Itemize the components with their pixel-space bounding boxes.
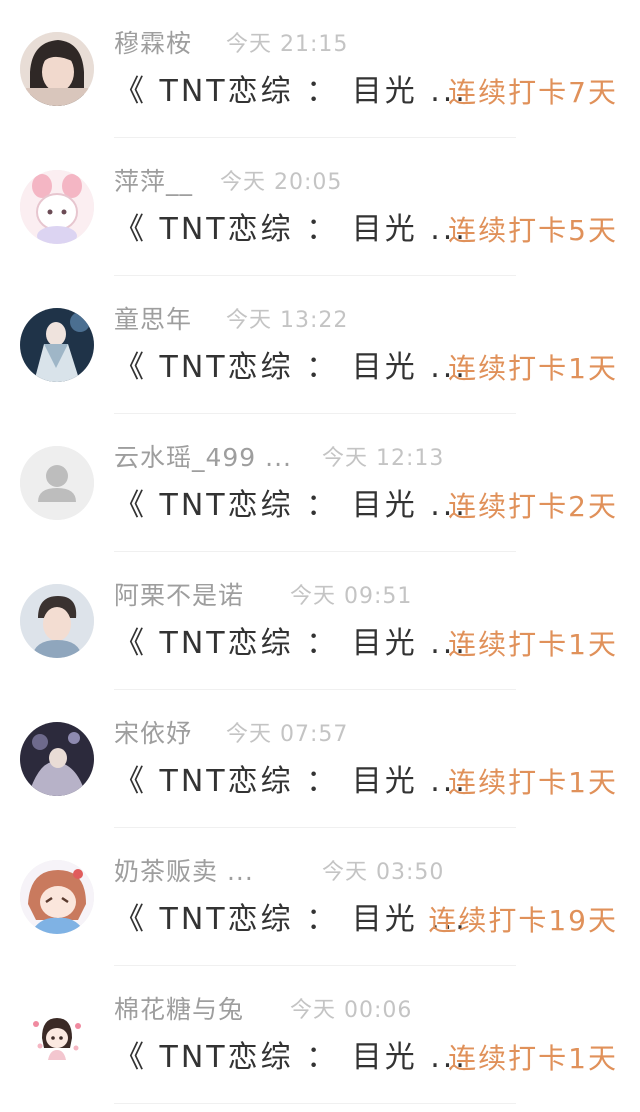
list-item[interactable]: 萍萍__ 今天 20:05 《 TNT恋综 ： 目光 ... 连续打卡5天 bbox=[0, 138, 640, 276]
list-item[interactable]: 棉花糖与兔 今天 00:06 《 TNT恋综 ： 目光 ... 连续打卡1天 bbox=[0, 966, 640, 1104]
course-title: 《 TNT恋综 ： 目光 ... bbox=[114, 1040, 468, 1075]
concert-photo-icon[interactable] bbox=[20, 722, 94, 796]
stage-performer-icon[interactable] bbox=[20, 308, 94, 382]
checkin-time: 今天 20:05 bbox=[220, 170, 343, 195]
user-name: 穆霖桉 bbox=[114, 29, 193, 58]
checkin-time: 今天 03:50 bbox=[322, 860, 445, 885]
streak-badge: 连续打卡1天 bbox=[448, 766, 618, 799]
user-name: 宋依妤 bbox=[114, 719, 193, 748]
checkin-list: 穆霖桉 今天 21:15 《 TNT恋综 ： 目光 ... 连续打卡7天 萍萍_… bbox=[0, 0, 640, 1112]
streak-badge: 连续打卡5天 bbox=[448, 214, 618, 247]
course-title: 《 TNT恋综 ： 目光 ... bbox=[114, 488, 468, 523]
anime-bunny-icon[interactable] bbox=[20, 170, 94, 244]
checkin-time: 今天 07:57 bbox=[226, 722, 349, 747]
photo-girl-icon[interactable] bbox=[20, 32, 94, 106]
course-title: 《 TNT恋综 ： 目光 ... bbox=[114, 764, 468, 799]
user-name: 阿栗不是诺 bbox=[114, 581, 245, 610]
streak-badge: 连续打卡1天 bbox=[448, 1042, 618, 1075]
streak-badge: 连续打卡1天 bbox=[448, 352, 618, 385]
list-item[interactable]: 阿栗不是诺 今天 09:51 《 TNT恋综 ： 目光 ... 连续打卡1天 bbox=[0, 552, 640, 690]
user-name: 萍萍__ bbox=[114, 167, 194, 196]
checkin-time: 今天 09:51 bbox=[290, 584, 413, 609]
default-user-icon[interactable] bbox=[20, 446, 94, 520]
checkin-time: 今天 12:13 bbox=[322, 446, 445, 471]
checkin-time: 今天 00:06 bbox=[290, 998, 413, 1023]
chibi-girl-icon[interactable] bbox=[20, 998, 94, 1072]
photo-boy-icon[interactable] bbox=[20, 584, 94, 658]
list-item[interactable]: 云水瑶_499 ... 今天 12:13 《 TNT恋综 ： 目光 ... 连续… bbox=[0, 414, 640, 552]
course-title: 《 TNT恋综 ： 目光 ... bbox=[114, 74, 468, 109]
streak-badge: 连续打卡2天 bbox=[448, 490, 618, 523]
user-name: 棉花糖与兔 bbox=[114, 995, 245, 1024]
list-item[interactable]: 童思年 今天 13:22 《 TNT恋综 ： 目光 ... 连续打卡1天 bbox=[0, 276, 640, 414]
user-name: 云水瑶_499 ... bbox=[114, 443, 293, 472]
row-divider bbox=[114, 1103, 516, 1104]
list-item[interactable]: 穆霖桉 今天 21:15 《 TNT恋综 ： 目光 ... 连续打卡7天 bbox=[0, 0, 640, 138]
course-title: 《 TNT恋综 ： 目光 ... bbox=[114, 902, 468, 937]
list-item[interactable]: 宋依妤 今天 07:57 《 TNT恋综 ： 目光 ... 连续打卡1天 bbox=[0, 690, 640, 828]
streak-badge: 连续打卡1天 bbox=[448, 628, 618, 661]
course-title: 《 TNT恋综 ： 目光 ... bbox=[114, 350, 468, 385]
checkin-time: 今天 21:15 bbox=[226, 32, 349, 57]
streak-badge: 连续打卡19天 bbox=[428, 904, 618, 937]
list-item[interactable]: 奶茶贩卖 ... 今天 03:50 《 TNT恋综 ： 目光 ... 连续打卡1… bbox=[0, 828, 640, 966]
anime-girl-icon[interactable] bbox=[20, 860, 94, 934]
course-title: 《 TNT恋综 ： 目光 ... bbox=[114, 212, 468, 247]
streak-badge: 连续打卡7天 bbox=[448, 76, 618, 109]
checkin-time: 今天 13:22 bbox=[226, 308, 349, 333]
user-name: 童思年 bbox=[114, 305, 193, 334]
course-title: 《 TNT恋综 ： 目光 ... bbox=[114, 626, 468, 661]
user-name: 奶茶贩卖 ... bbox=[114, 857, 254, 886]
